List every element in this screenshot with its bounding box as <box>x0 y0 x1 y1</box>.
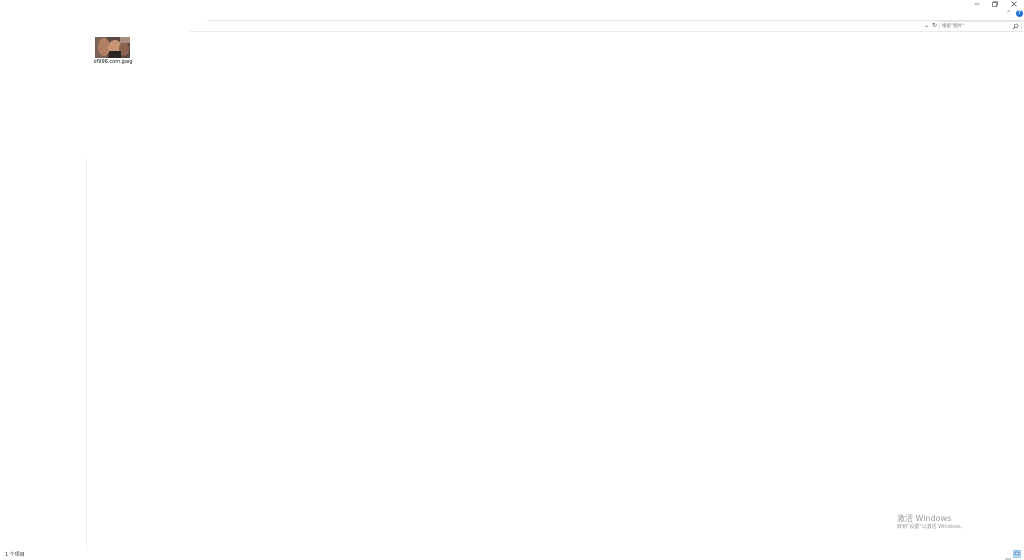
image-thumbnail-art <box>95 37 130 58</box>
large-icons-view-icon <box>1014 551 1020 556</box>
large-icons-view-button[interactable] <box>1013 550 1021 558</box>
search-box[interactable] <box>939 21 1022 32</box>
activation-watermark: 激活 Windows 转到"设置"以激活 Windows。 <box>897 514 966 531</box>
file-item[interactable]: of996.com.jpeg <box>92 36 134 68</box>
expand-ribbon-icon[interactable]: ⌃ <box>1006 10 1011 17</box>
watermark-title: 激活 Windows <box>897 514 952 523</box>
image-thumbnail <box>95 37 130 58</box>
status-item-count: 1 个项目 <box>5 552 25 558</box>
refresh-icon[interactable]: ↻ <box>931 22 938 29</box>
help-button[interactable]: ? <box>1016 10 1023 17</box>
search-input[interactable] <box>942 22 1010 31</box>
search-icon[interactable] <box>1012 23 1019 30</box>
minimize-button[interactable] <box>968 0 986 10</box>
restore-button[interactable] <box>986 0 1004 10</box>
file-name: of996.com.jpeg <box>93 59 133 65</box>
restore-icon <box>992 1 998 7</box>
address-bar[interactable] <box>190 21 1024 32</box>
address-history-chevron-icon[interactable]: ⌄ <box>923 22 930 29</box>
navigation-pane-divider[interactable] <box>86 158 87 550</box>
close-icon <box>1011 1 1017 7</box>
file-explorer-window: ⌃ ? ⌄ ↻ of996.com.jpeg 激活 Windows 转到 <box>0 0 1024 560</box>
minimize-icon <box>974 3 980 5</box>
close-button[interactable] <box>1005 0 1023 10</box>
details-view-button[interactable] <box>1004 550 1012 560</box>
watermark-subtitle: 转到"设置"以激活 Windows。 <box>897 524 966 530</box>
